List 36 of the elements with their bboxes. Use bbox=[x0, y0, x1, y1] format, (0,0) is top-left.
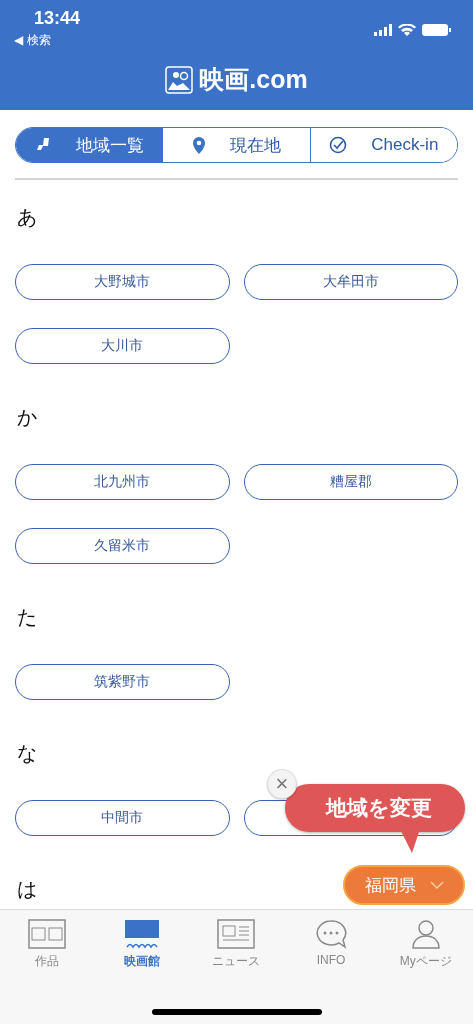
battery-icon bbox=[422, 24, 451, 36]
film-icon bbox=[28, 919, 67, 949]
tab-bar-item[interactable]: Myページ bbox=[378, 918, 473, 971]
city-chip[interactable]: 大川市 bbox=[15, 328, 230, 364]
person-icon bbox=[410, 919, 441, 949]
tab-bar-item[interactable]: 作品 bbox=[0, 918, 95, 971]
theater-icon bbox=[123, 919, 160, 949]
tooltip-tail bbox=[400, 829, 420, 853]
city-chip[interactable]: 糟屋郡 bbox=[243, 464, 458, 500]
newspaper-icon bbox=[217, 919, 256, 949]
city-chip[interactable]: 大牟田市 bbox=[243, 264, 458, 300]
location-pin-icon bbox=[192, 135, 206, 155]
tab-bar-item[interactable]: 映画館 bbox=[94, 918, 190, 971]
wifi-icon bbox=[398, 23, 416, 37]
logo-text: 映画.com bbox=[199, 64, 308, 95]
section-heading: は bbox=[17, 877, 37, 900]
section-heading: か bbox=[17, 405, 37, 428]
city-chip[interactable]: 筑紫野市 bbox=[15, 664, 230, 700]
close-button[interactable]: × bbox=[267, 769, 297, 799]
status-time: 13:44 bbox=[33, 8, 81, 29]
city-chip[interactable]: 北九州市 bbox=[15, 464, 230, 500]
chat-bubble-icon bbox=[315, 919, 348, 949]
chevron-down-icon bbox=[429, 881, 444, 889]
back-link[interactable]: ◀ 検索 bbox=[14, 32, 51, 49]
section-heading: た bbox=[17, 605, 37, 628]
city-chip[interactable]: 大野城市 bbox=[15, 264, 230, 300]
check-circle-icon bbox=[329, 136, 348, 154]
segment-tab[interactable]: Check-in bbox=[309, 128, 457, 162]
city-chip[interactable]: 久留米市 bbox=[15, 528, 230, 564]
tab-bar-item[interactable]: ニュース bbox=[189, 918, 284, 971]
section-heading: な bbox=[17, 741, 37, 764]
section-heading: あ bbox=[17, 205, 37, 228]
city-chip[interactable]: 中間市 bbox=[15, 800, 230, 836]
signal-icon bbox=[374, 24, 392, 36]
logo-icon bbox=[165, 65, 194, 94]
segment-tab[interactable]: 地域一覧 bbox=[16, 128, 163, 162]
